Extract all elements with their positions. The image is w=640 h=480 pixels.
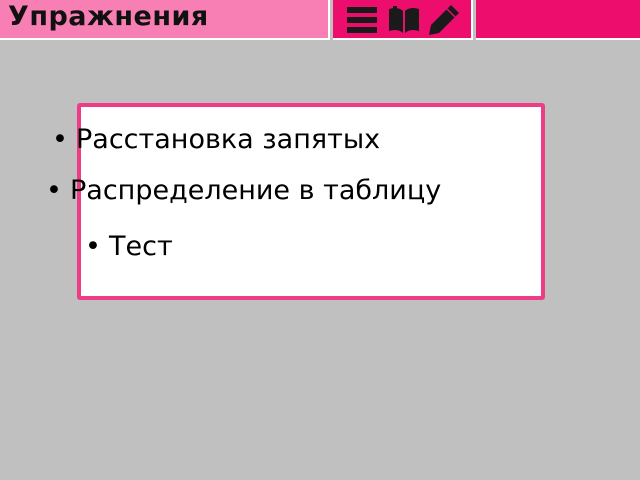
exercise-item-commas[interactable]: • Расстановка запятых (52, 124, 380, 155)
pencil-button[interactable] (427, 3, 461, 37)
exercise-item-label: Распределение в таблицу (70, 175, 442, 206)
menu-button[interactable] (345, 3, 379, 37)
exercise-item-test[interactable]: • Тест (85, 231, 173, 262)
toolbar (333, 0, 473, 40)
book-icon (389, 6, 419, 33)
exercise-item-table[interactable]: • Распределение в таблицу (46, 175, 441, 206)
exercise-item-label: Расстановка запятых (76, 124, 381, 155)
header-right-block (476, 0, 640, 40)
bullet: • (85, 231, 101, 262)
bullet: • (52, 124, 68, 155)
book-button[interactable] (387, 3, 421, 37)
top-bar: Упражнения (0, 0, 640, 42)
pencil-icon (429, 5, 459, 35)
bullet: • (46, 175, 62, 206)
exercise-item-label: Тест (109, 231, 173, 262)
title-bar: Упражнения (0, 0, 330, 40)
menu-icon (347, 7, 377, 33)
page-title: Упражнения (8, 1, 209, 32)
